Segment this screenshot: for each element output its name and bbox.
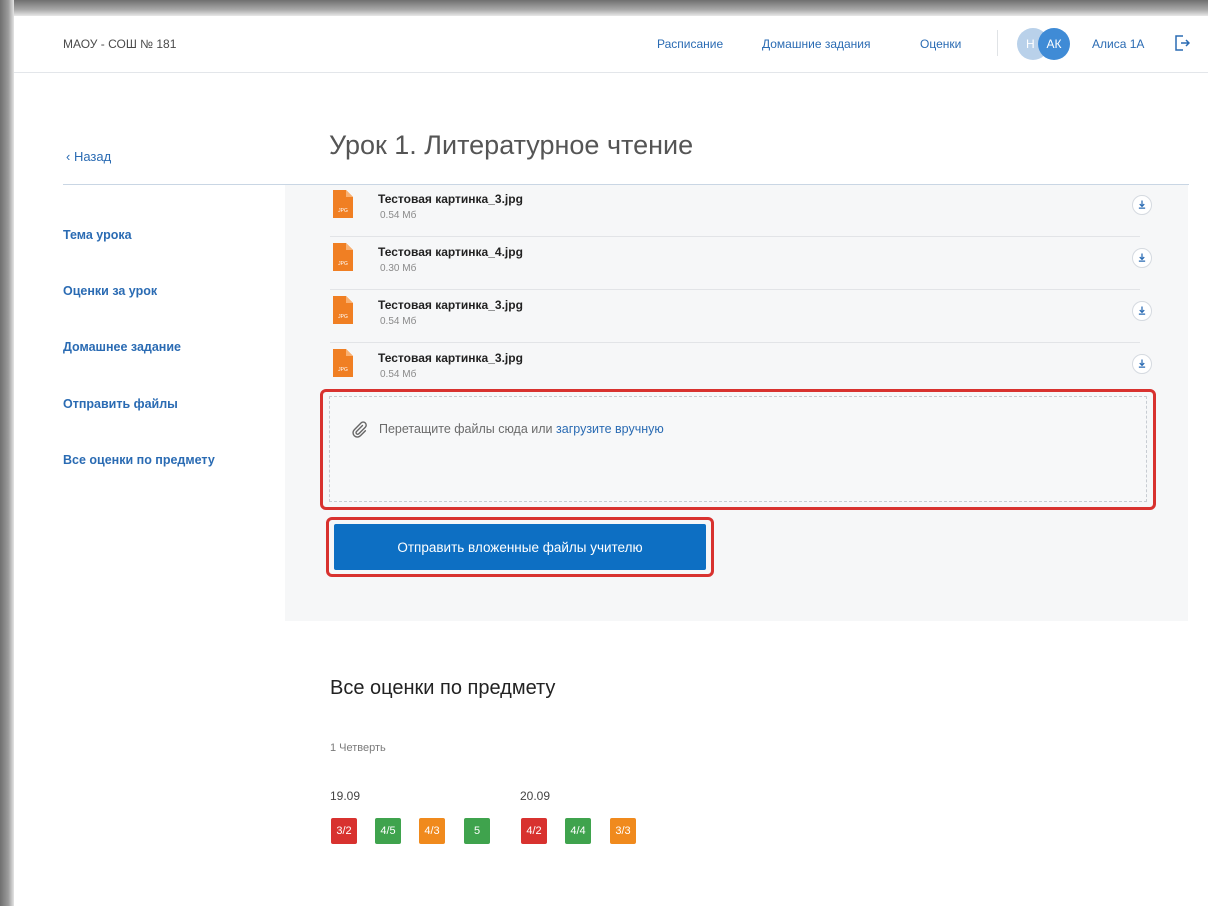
sidebar-item-lesson-topic[interactable]: Тема урока xyxy=(63,228,132,242)
svg-text:JPG: JPG xyxy=(338,261,348,267)
page-title: Урок 1. Литературное чтение xyxy=(329,130,694,160)
file-row: JPG Тестовая картинка_3.jpg 0.54 Мб xyxy=(330,186,1152,237)
file-size: 0.54 Мб xyxy=(380,316,417,327)
jpg-file-icon: JPG xyxy=(333,190,353,218)
download-icon[interactable] xyxy=(1132,354,1152,374)
avatar[interactable]: АК xyxy=(1038,28,1070,60)
svg-text:JPG: JPG xyxy=(338,208,348,214)
file-size: 0.54 Мб xyxy=(380,369,417,380)
grade-badge[interactable]: 4/5 xyxy=(375,818,401,844)
file-row: JPG Тестовая картинка_3.jpg 0.54 Мб xyxy=(330,345,1152,395)
back-link[interactable]: ‹ Назад xyxy=(66,149,111,164)
file-row: JPG Тестовая картинка_4.jpg 0.30 Мб xyxy=(330,239,1152,290)
sidebar-item-send-files[interactable]: Отправить файлы xyxy=(63,397,178,411)
quarter-label: 1 Четверть xyxy=(330,742,386,754)
window-frame-top xyxy=(0,0,1208,16)
upload-manually-link[interactable]: загрузите вручную xyxy=(556,422,664,436)
user-name[interactable]: Алиса 1А xyxy=(1092,37,1144,51)
drop-hint: Перетащите файлы сюда или xyxy=(379,422,557,436)
nav-schedule[interactable]: Расписание xyxy=(657,37,723,51)
file-size: 0.54 Мб xyxy=(380,210,417,221)
grade-badge[interactable]: 3/3 xyxy=(610,818,636,844)
top-header: МАОУ - СОШ № 181 Расписание Домашние зад… xyxy=(14,16,1208,73)
file-name: Тестовая картинка_3.jpg xyxy=(378,298,523,312)
jpg-file-icon: JPG xyxy=(333,296,353,324)
svg-text:JPG: JPG xyxy=(338,367,348,373)
sidebar-item-homework[interactable]: Домашнее задание xyxy=(63,340,181,354)
file-row: JPG Тестовая картинка_3.jpg 0.54 Мб xyxy=(330,292,1152,343)
file-size: 0.30 Мб xyxy=(380,263,417,274)
jpg-file-icon: JPG xyxy=(333,243,353,271)
nav-grades[interactable]: Оценки xyxy=(920,37,961,51)
svg-text:JPG: JPG xyxy=(338,314,348,320)
nav-divider xyxy=(997,30,998,56)
grade-badge[interactable]: 4/4 xyxy=(565,818,591,844)
download-icon[interactable] xyxy=(1132,301,1152,321)
nav-homework[interactable]: Домашние задания xyxy=(762,37,871,51)
grade-badge[interactable]: 4/2 xyxy=(521,818,547,844)
file-name: Тестовая картинка_4.jpg xyxy=(378,245,523,259)
page: МАОУ - СОШ № 181 Расписание Домашние зад… xyxy=(14,16,1208,906)
file-name: Тестовая картинка_3.jpg xyxy=(378,351,523,365)
grade-badge[interactable]: 3/2 xyxy=(331,818,357,844)
paperclip-icon xyxy=(352,421,367,438)
highlight-outline xyxy=(320,389,1156,510)
grade-date: 19.09 xyxy=(330,789,361,803)
logout-icon[interactable] xyxy=(1174,34,1190,52)
grade-badge[interactable]: 5 xyxy=(464,818,490,844)
send-files-button[interactable]: Отправить вложенные файлы учителю xyxy=(334,524,706,570)
download-icon[interactable] xyxy=(1132,248,1152,268)
sidebar-item-all-grades[interactable]: Все оценки по предмету xyxy=(63,453,215,467)
file-name: Тестовая картинка_3.jpg xyxy=(378,192,523,206)
jpg-file-icon: JPG xyxy=(333,349,353,377)
sidebar-item-lesson-grades[interactable]: Оценки за урок xyxy=(63,284,157,298)
drop-zone-text: Перетащите файлы сюда или загрузите вруч… xyxy=(379,422,664,436)
window-frame-left xyxy=(0,0,14,906)
grade-badge[interactable]: 4/3 xyxy=(419,818,445,844)
grades-section-title: Все оценки по предмету xyxy=(330,677,556,699)
grade-date: 20.09 xyxy=(520,789,551,803)
school-name: МАОУ - СОШ № 181 xyxy=(63,37,177,51)
download-icon[interactable] xyxy=(1132,195,1152,215)
